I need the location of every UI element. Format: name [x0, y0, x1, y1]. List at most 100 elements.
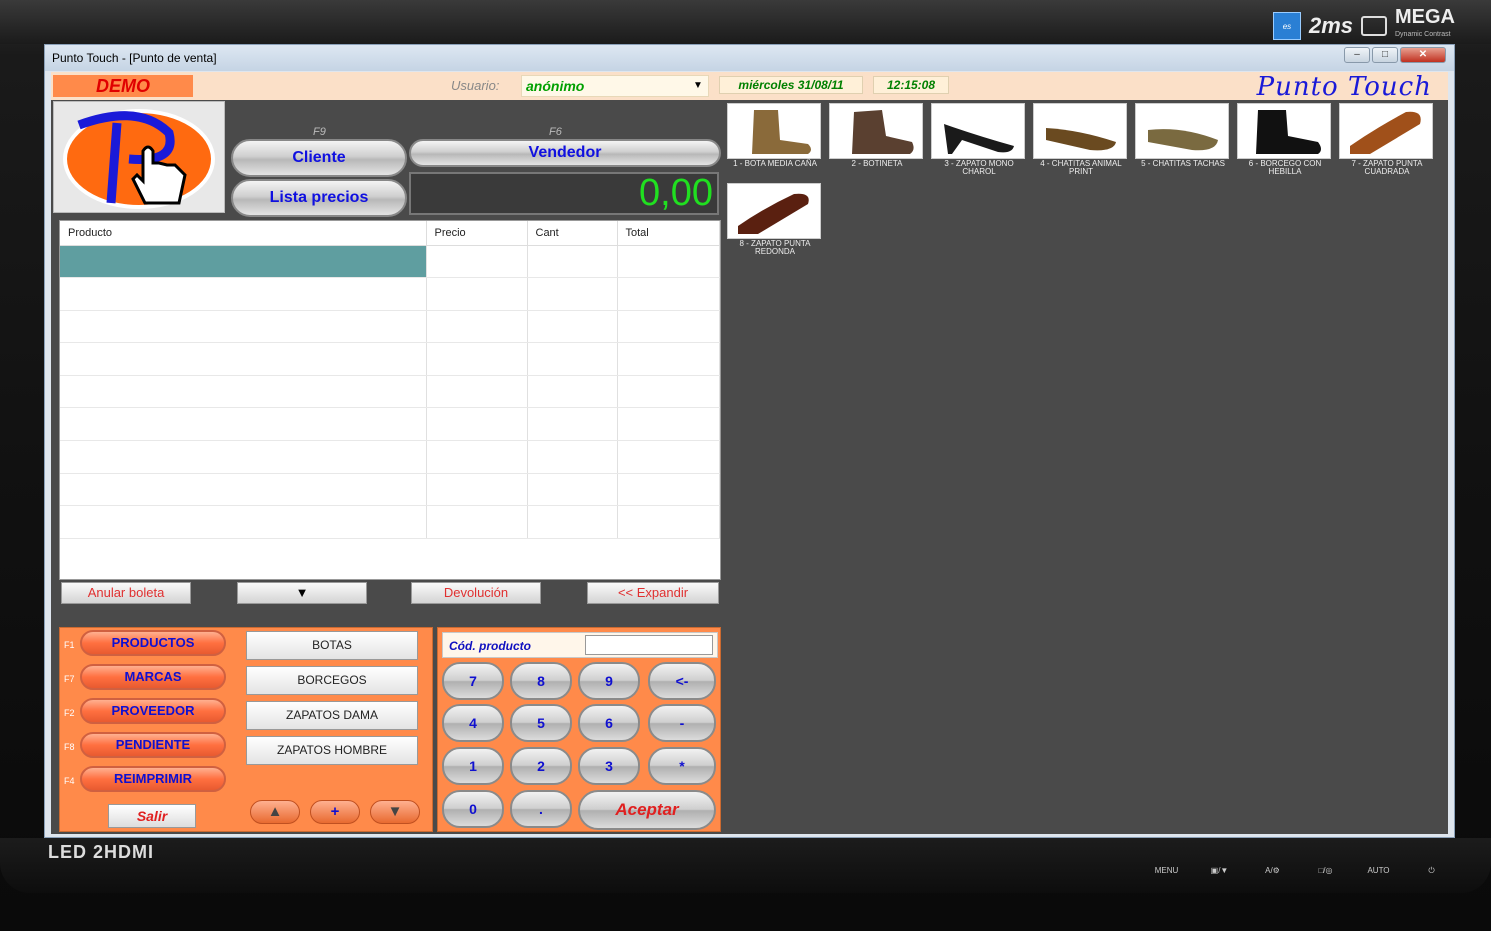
salir-button[interactable]: Salir: [108, 804, 196, 828]
col-cant[interactable]: Cant: [527, 221, 618, 246]
product-image: [1350, 111, 1421, 154]
monitor-menu-button[interactable]: MENU: [1140, 866, 1193, 876]
category-panel: F1 PRODUCTOS F7 MARCAS F2 PROVEEDOR F8 P…: [59, 627, 433, 832]
key-backspace[interactable]: <-: [648, 662, 716, 700]
mega-text: MEGA: [1395, 6, 1455, 28]
key-7[interactable]: 7: [442, 662, 504, 700]
scroll-up-button[interactable]: ▲: [250, 800, 300, 824]
col-producto[interactable]: Producto: [60, 221, 427, 246]
key-2[interactable]: 2: [510, 747, 572, 785]
pendiente-button[interactable]: PENDIENTE: [80, 732, 226, 758]
product-caption: 7 - ZAPATO PUNTA CUADRADA: [1351, 159, 1423, 176]
key-6[interactable]: 6: [578, 704, 640, 742]
scroll-down-button[interactable]: ▼: [370, 800, 420, 824]
monitor-power-button[interactable]: ⏻: [1405, 866, 1458, 876]
product-caption: 4 - CHATITAS ANIMAL PRINT: [1040, 159, 1122, 176]
add-button[interactable]: +: [310, 800, 360, 824]
subcat-botas-button[interactable]: BOTAS: [246, 631, 418, 660]
product-image: [1148, 129, 1218, 151]
app-window: Punto Touch - [Punto de venta] – □ ✕ DEM…: [44, 44, 1455, 838]
close-button[interactable]: ✕: [1400, 47, 1446, 63]
key-1[interactable]: 1: [442, 747, 504, 785]
marcas-button[interactable]: MARCAS: [80, 664, 226, 690]
response-time-logo: 2ms: [1308, 13, 1353, 38]
pos-app: DEMO Usuario: anónimo ▼ miércoles 31/08/1…: [51, 72, 1448, 834]
key-multiply[interactable]: *: [648, 747, 716, 785]
table-row[interactable]: [60, 277, 720, 311]
monitor-input-button[interactable]: ▣/▼: [1193, 866, 1246, 876]
table-row[interactable]: [60, 375, 720, 409]
user-select[interactable]: anónimo ▼: [521, 75, 709, 97]
reimprimir-button[interactable]: REIMPRIMIR: [80, 766, 226, 792]
table-row[interactable]: [60, 505, 720, 539]
product-code-input[interactable]: [585, 635, 713, 655]
key-8[interactable]: 8: [510, 662, 572, 700]
subcat-zapatos-dama-button[interactable]: ZAPATOS DAMA: [246, 701, 418, 730]
monitor-auto-button[interactable]: AUTO: [1352, 866, 1405, 876]
table-row[interactable]: [60, 310, 720, 344]
table-row[interactable]: [60, 407, 720, 442]
boot-icon: [829, 103, 923, 159]
table-row[interactable]: [60, 245, 720, 279]
product-tile[interactable]: 1 - BOTA MEDIA CAÑA: [727, 103, 823, 168]
product-tile[interactable]: 3 - ZAPATO MONO CHAROL: [931, 103, 1027, 176]
key-4[interactable]: 4: [442, 704, 504, 742]
key-9[interactable]: 9: [578, 662, 640, 700]
anular-boleta-button[interactable]: Anular boleta: [61, 582, 191, 604]
key-decimal[interactable]: .: [510, 790, 572, 828]
product-tile[interactable]: 8 - ZAPATO PUNTA REDONDA: [727, 183, 823, 256]
f9-label: F9: [313, 126, 326, 138]
col-precio[interactable]: Precio: [426, 221, 528, 246]
devolucion-button[interactable]: Devolución: [411, 582, 541, 604]
product-tile[interactable]: 4 - CHATITAS ANIMAL PRINT: [1033, 103, 1129, 176]
monitor-brightness-button[interactable]: A/⚙: [1246, 866, 1299, 876]
table-row[interactable]: [60, 473, 720, 507]
title-bar[interactable]: Punto Touch - [Punto de venta] – □ ✕: [45, 45, 1454, 71]
product-caption: 2 - BOTINETA: [851, 159, 903, 168]
maximize-button[interactable]: □: [1372, 47, 1398, 63]
proveedor-button[interactable]: PROVEEDOR: [80, 698, 226, 724]
punto-touch-logo-icon: [63, 109, 215, 209]
lista-precios-button[interactable]: Lista precios: [231, 179, 407, 217]
table-row[interactable]: [60, 342, 720, 376]
fkey-label: F2: [64, 708, 75, 718]
product-caption: 1 - BOTA MEDIA CAÑA: [733, 159, 817, 168]
fkey-label: F7: [64, 674, 75, 684]
demo-badge: DEMO: [53, 75, 193, 97]
key-3[interactable]: 3: [578, 747, 640, 785]
expandir-button[interactable]: << Expandir: [587, 582, 719, 604]
product-caption: 3 - ZAPATO MONO CHAROL: [944, 159, 1014, 176]
boot-icon: [1237, 103, 1331, 159]
minimize-button[interactable]: –: [1344, 47, 1370, 63]
time-display: 12:15:08: [873, 76, 949, 94]
key-minus[interactable]: -: [648, 704, 716, 742]
product-caption: 6 - BORCEGO CON HEBILLA: [1248, 159, 1322, 176]
flat-shoe-icon: [1135, 103, 1229, 159]
table-row[interactable]: [60, 440, 720, 474]
product-image: [752, 110, 811, 154]
subcat-borcegos-button[interactable]: BORCEGOS: [246, 666, 418, 695]
product-tile[interactable]: 6 - BORCEGO CON HEBILLA: [1237, 103, 1333, 176]
monitor-brand-area: es 2ms MEGA Dynamic Contrast: [1272, 6, 1455, 44]
aceptar-button[interactable]: Aceptar: [578, 790, 716, 830]
sale-items-table[interactable]: Producto Precio Cant Total: [59, 220, 721, 580]
monitor-source-button[interactable]: □/◎: [1299, 866, 1352, 876]
product-tile[interactable]: 5 - CHATITAS TACHAS: [1135, 103, 1231, 168]
key-5[interactable]: 5: [510, 704, 572, 742]
vendedor-button[interactable]: Vendedor: [409, 139, 721, 167]
arrow-down-icon: ▼: [387, 803, 403, 820]
plus-icon: +: [330, 803, 340, 820]
user-value: anónimo: [526, 78, 585, 94]
key-0[interactable]: 0: [442, 790, 504, 828]
chevron-down-icon[interactable]: ▼: [690, 77, 706, 95]
subcat-zapatos-hombre-button[interactable]: ZAPATOS HOMBRE: [246, 736, 418, 765]
app-brand: Punto Touch: [1256, 72, 1432, 102]
col-total[interactable]: Total: [617, 221, 720, 246]
product-caption: 8 - ZAPATO PUNTA REDONDA: [739, 239, 811, 256]
product-tile[interactable]: 2 - BOTINETA: [829, 103, 925, 168]
product-image: [852, 110, 914, 154]
productos-button[interactable]: PRODUCTOS: [80, 630, 226, 656]
product-tile[interactable]: 7 - ZAPATO PUNTA CUADRADA: [1339, 103, 1435, 176]
cliente-button[interactable]: Cliente: [231, 139, 407, 177]
arrow-down-button[interactable]: ▼: [237, 582, 367, 604]
